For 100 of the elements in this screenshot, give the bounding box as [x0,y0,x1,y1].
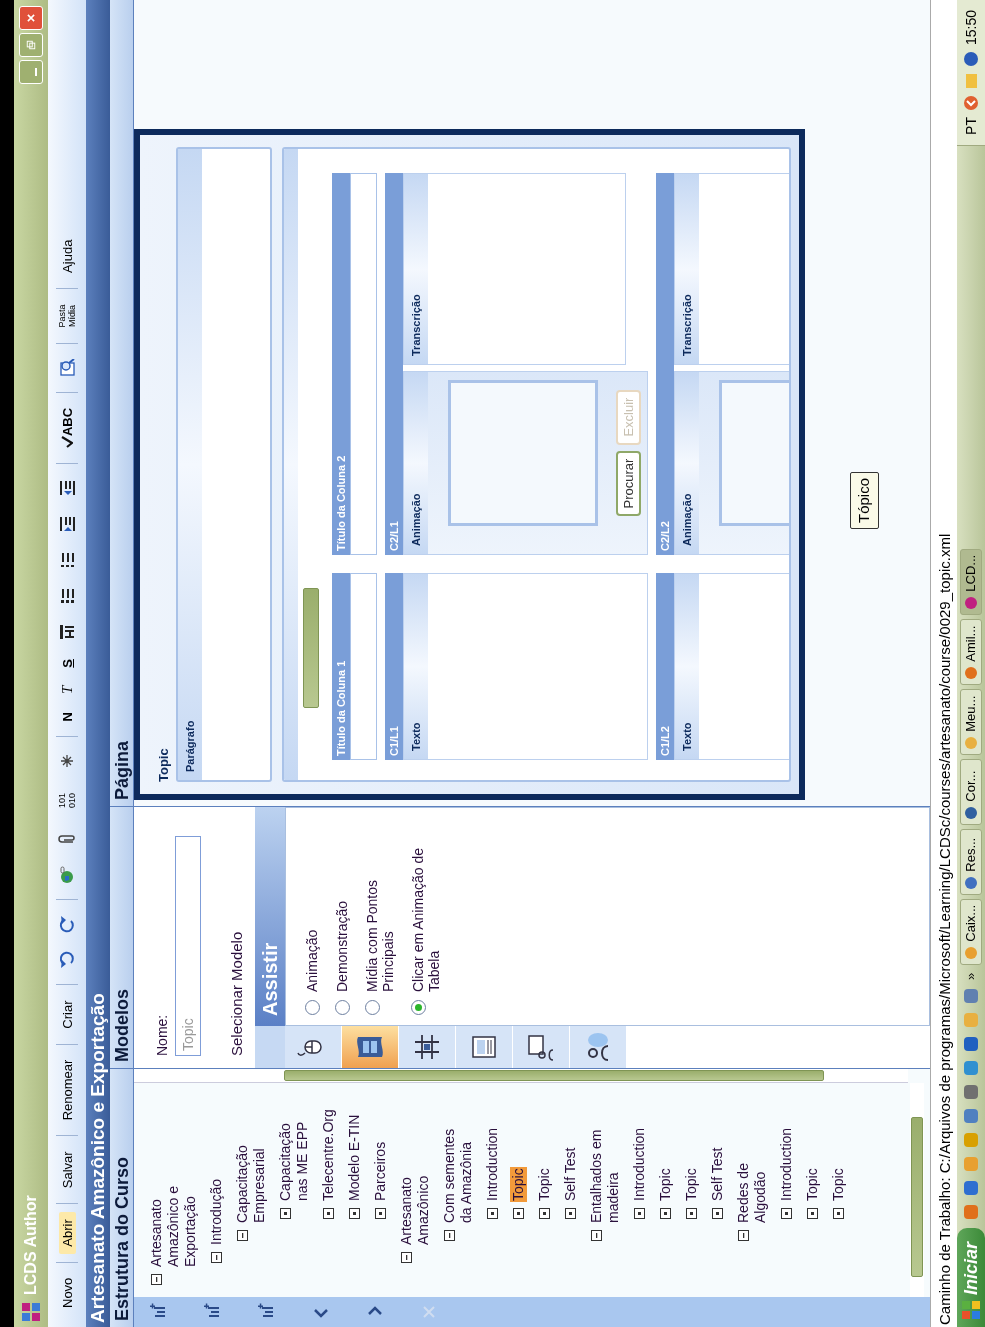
category-tab[interactable] [398,1026,456,1068]
expand-icon[interactable] [539,1208,550,1219]
topic-button[interactable]: Tópico [850,471,879,529]
cell-tag: C1/L2 [656,573,674,760]
app-icon [964,805,978,820]
tree-item[interactable]: Entalhados em madeira [588,1124,622,1224]
tree-item[interactable]: Introduction [484,1126,501,1202]
taskbar-button[interactable]: Res... [960,828,982,895]
panel-title: Modelos [110,807,134,1068]
expand-icon[interactable] [634,1208,645,1219]
status-path: Caminho de Trabalho: C:/Arquivos de programas/Microsoft/Learning/LCDSc/courses/artesanato/course/0029_topic.xml [930,0,957,1327]
panel-title: Página [110,0,134,806]
taskbar-button[interactable]: LCD... [960,548,982,615]
expand-icon[interactable] [280,1208,291,1219]
collapse-icon[interactable] [444,1230,455,1241]
tree-item[interactable]: Introduction [778,1126,795,1202]
collapse-icon[interactable] [211,1252,222,1263]
app-shortcut-icon[interactable] [963,1083,979,1100]
app-shortcut-icon[interactable] [963,1179,979,1196]
toolbar-button[interactable]: Novo [58,1270,76,1315]
tree-item[interactable]: Topic [830,1167,847,1202]
app-shortcut-icon[interactable] [963,1035,979,1052]
tree-item[interactable]: Modelo E-TIN [346,1113,363,1202]
collapse-icon[interactable] [591,1230,602,1241]
radio-button[interactable] [304,1000,320,1015]
expand-icon[interactable] [660,1208,671,1219]
expand-icon[interactable] [513,1208,524,1219]
taskbar-button[interactable]: Amil... [960,618,982,685]
toolbar-button[interactable]: Criar [58,993,76,1036]
tree-item[interactable]: Parceiros [372,1140,389,1202]
expand-icon[interactable] [349,1208,360,1219]
field-label: Nome: [153,1013,171,1056]
bullet-list-icon [58,587,76,606]
vertical-scrollbar[interactable] [134,1069,908,1083]
toolbar-button[interactable]: Abrir [58,1212,76,1254]
column-title: Título da Coluna 1 [332,573,350,760]
expand-icon[interactable] [565,1208,576,1219]
category-tab[interactable] [284,1026,342,1068]
taskbar-button[interactable]: Cor... [960,758,982,825]
tree-item[interactable]: Introdução [208,1177,225,1246]
horizontal-scrollbar[interactable] [910,1083,924,1297]
radio-button[interactable] [334,1000,350,1015]
language-indicator[interactable]: PT [960,117,982,135]
collapse-icon[interactable] [151,1274,162,1285]
media-button[interactable]: Procurar [615,450,641,517]
tree-item[interactable]: Topic [683,1167,700,1202]
radio-button[interactable] [410,1000,426,1015]
cell-header: Animação [404,372,428,554]
category-tab[interactable] [512,1026,570,1068]
tree-item[interactable]: Capacitação nas ME EPP [277,1102,311,1202]
tree-item[interactable]: Introduction [631,1126,648,1202]
collapse-icon[interactable] [237,1230,248,1241]
collapse-icon[interactable] [738,1230,749,1241]
column-title-field[interactable] [350,173,377,555]
start-button[interactable]: Iniciar [957,1227,985,1327]
expand-icon[interactable] [712,1208,723,1219]
underline-button[interactable]: S [58,652,76,675]
expand-icon[interactable] [487,1208,498,1219]
taskbar-button[interactable]: Meu... [960,688,982,755]
tree-item[interactable]: Capacitação Empresarial [234,1124,268,1224]
expand-icon[interactable] [833,1208,844,1219]
tree-item[interactable]: Telecentre.Org [320,1108,337,1202]
category-tab[interactable] [455,1026,513,1068]
toolbar-button[interactable]: 101 010 [55,781,79,820]
tree-item[interactable]: Artesanato Amazônico e Exportação [148,1168,199,1268]
category-tab[interactable] [569,1026,627,1068]
tree-item[interactable]: Self Test [562,1146,579,1202]
italic-button[interactable]: T [58,678,76,702]
close-button[interactable] [19,6,43,30]
tree-item[interactable]: Topic [657,1167,674,1202]
tree-item[interactable]: Topic [510,1167,527,1202]
expand-icon[interactable] [781,1208,792,1219]
tree-item[interactable]: Self Test [709,1146,726,1202]
spellcheck-button[interactable]: ABC [58,400,76,456]
expand-icon[interactable] [375,1208,386,1219]
tree-item[interactable]: Topic [804,1167,821,1202]
tray-app-icon[interactable] [963,51,979,68]
tree-item[interactable]: Artesanato Amazônico [398,1146,432,1246]
clock: 15:50 [961,10,980,46]
toolbar-button[interactable]: Pasta Mídia [55,296,79,335]
collapse-icon[interactable] [401,1252,412,1263]
expand-icon[interactable] [686,1208,697,1219]
more-button[interactable]: » [961,972,981,980]
taskbar-button[interactable]: Caix... [960,898,982,965]
toolbar-button[interactable]: Salvar [58,1144,76,1196]
expand-icon[interactable] [323,1208,334,1219]
toolbar-button[interactable]: Renomear [58,1052,76,1128]
tree-item[interactable]: Redes de Algodão [735,1124,769,1224]
minimize-icon [35,68,37,76]
app-shortcut-icon[interactable] [963,987,979,1004]
expand-icon[interactable] [807,1208,818,1219]
app-shortcut-icon[interactable] [963,1107,979,1124]
undo-icon [58,951,76,970]
column-title-field[interactable] [350,573,377,760]
bold-button[interactable]: N [58,705,76,729]
toolbar-button[interactable]: Ajuda [58,232,76,280]
category-tab[interactable] [341,1026,399,1068]
radio-button[interactable] [364,1000,380,1015]
tree-item[interactable]: Topic [536,1167,553,1202]
tree-item[interactable]: Com sementes da Amazônia [441,1124,475,1224]
